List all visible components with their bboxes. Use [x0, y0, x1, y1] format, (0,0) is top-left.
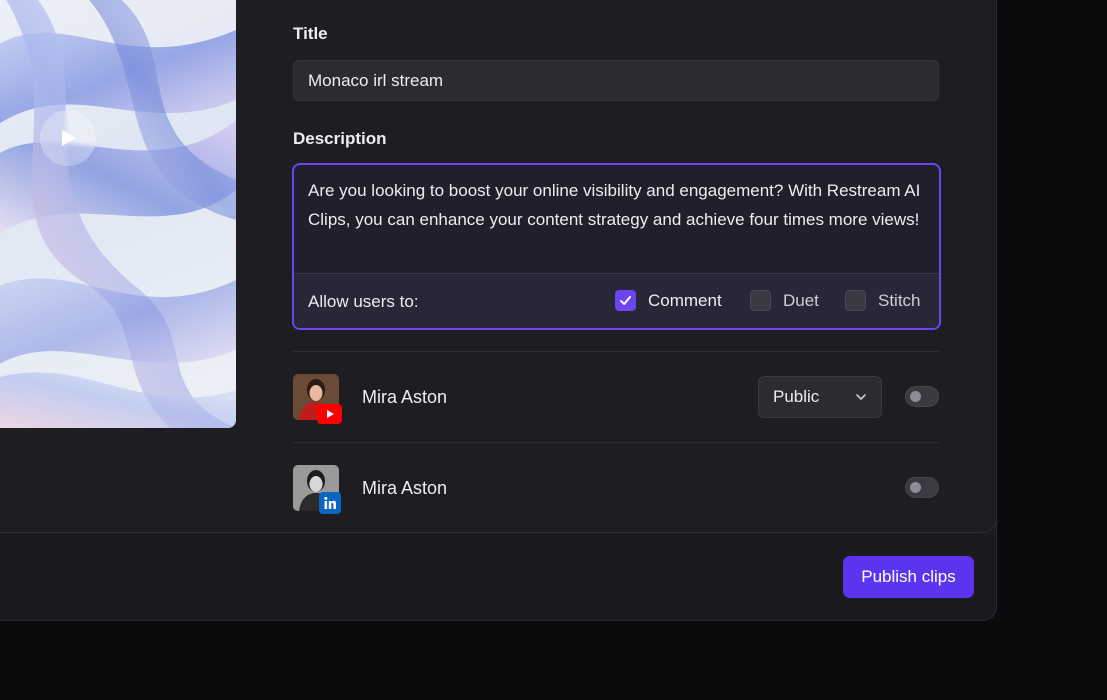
account-row-linkedin: Mira Aston — [293, 465, 939, 515]
description-field[interactable]: Are you looking to boost your online vis… — [292, 163, 941, 330]
allow-users-bar: Allow users to: Comment Duet Stitch — [294, 273, 939, 328]
divider — [293, 442, 939, 443]
comment-label: Comment — [648, 290, 722, 310]
allow-users-label: Allow users to: — [308, 292, 419, 311]
publish-clips-button[interactable]: Publish clips — [843, 556, 974, 598]
duet-checkbox[interactable] — [750, 290, 771, 311]
abstract-wave-artwork — [0, 0, 236, 428]
linkedin-icon — [319, 492, 341, 514]
divider — [293, 351, 939, 352]
stitch-label: Stitch — [878, 290, 921, 310]
checkmark-icon — [620, 296, 631, 305]
account-row-youtube: Mira Aston Public — [293, 374, 939, 424]
toggle-knob — [910, 482, 921, 493]
duet-label: Duet — [783, 290, 819, 310]
comment-option[interactable]: Comment — [615, 290, 722, 311]
stitch-option[interactable]: Stitch — [845, 290, 921, 311]
toggle-knob — [910, 391, 921, 402]
play-icon — [62, 130, 76, 146]
visibility-value: Public — [773, 387, 820, 406]
video-thumbnail[interactable] — [0, 0, 236, 428]
play-button[interactable] — [40, 110, 96, 166]
account-toggle[interactable] — [905, 386, 939, 407]
description-text[interactable]: Are you looking to boost your online vis… — [308, 177, 923, 234]
description-label: Description — [293, 129, 387, 148]
visibility-select[interactable]: Public — [758, 376, 882, 418]
duet-option[interactable]: Duet — [750, 290, 819, 311]
account-toggle[interactable] — [905, 477, 939, 498]
title-input[interactable]: Monaco irl stream — [293, 60, 939, 101]
chevron-down-icon — [856, 394, 866, 400]
title-label: Title — [293, 24, 328, 43]
account-name: Mira Aston — [362, 478, 448, 498]
youtube-icon — [317, 404, 342, 424]
account-name: Mira Aston — [362, 387, 448, 407]
comment-checkbox[interactable] — [615, 290, 636, 311]
title-input-value: Monaco irl stream — [308, 70, 444, 90]
stitch-checkbox[interactable] — [845, 290, 866, 311]
